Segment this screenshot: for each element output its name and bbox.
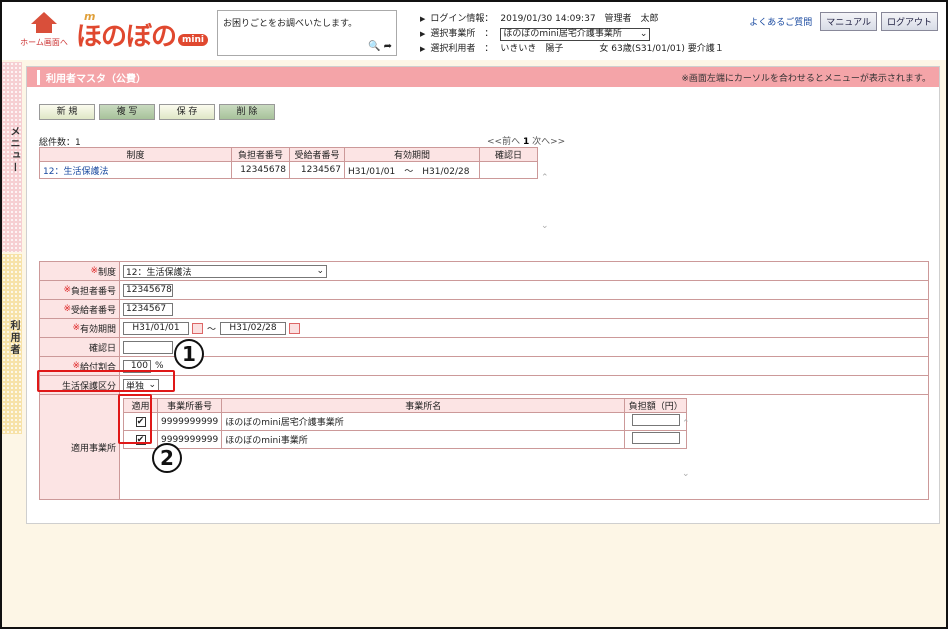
- scroll-up-icon[interactable]: ⌃: [541, 173, 549, 183]
- next-page-link[interactable]: 次へ>>: [532, 137, 565, 147]
- house-icon: [31, 12, 57, 24]
- app-header: ホーム画面へ m ほのぼの mini お困りごとをお調べいたします。 🔍 ➦ ▶ ロ…: [2, 2, 946, 60]
- selected-user-info: いきいき 陽子 女 63歳(S31/01/01) 要介護１: [500, 44, 724, 54]
- window-frame: ホーム画面へ m ほのぼの mini お困りごとをお調べいたします。 🔍 ➦ ▶ ロ…: [0, 0, 948, 629]
- prev-page-link[interactable]: <<前へ: [487, 137, 520, 147]
- new-button[interactable]: 新 規: [39, 104, 95, 120]
- col-header-seido: 制度: [39, 147, 232, 162]
- current-page: 1: [522, 137, 530, 147]
- col-header-recipient: 受給者番号: [289, 147, 345, 162]
- help-search-box[interactable]: お困りごとをお調べいたします。 🔍 ➦: [217, 10, 397, 56]
- pager: <<前へ 1 次へ>>: [487, 134, 565, 147]
- side-tab-user[interactable]: 利用者: [2, 254, 22, 434]
- office-select[interactable]: ほのぼのmini居宅介護事業所 ⌄: [500, 28, 651, 41]
- callout-2: 2: [152, 443, 182, 473]
- scroll-down-icon[interactable]: ⌄: [682, 469, 690, 479]
- burden-amount-input[interactable]: [631, 414, 680, 426]
- triangle-icon: ▶: [420, 30, 426, 38]
- applied-offices: 適用 事業所番号 事業所名 負担額（円） ✔ 9999999999 ほのぼのmi…: [120, 395, 928, 499]
- page-title: 利用者マスタ（公費）: [37, 69, 146, 85]
- search-icon[interactable]: 🔍: [368, 41, 380, 52]
- session-info: ▶ ログイン情報： 2019/01/30 14:09:37 管理者 太郎 ▶ 選択事業…: [420, 12, 724, 57]
- home-button[interactable]: ホーム画面へ: [18, 12, 70, 52]
- chevron-down-icon: ⌄: [316, 266, 324, 276]
- top-links: よくあるご質問 マニュアル ログアウト: [749, 12, 938, 31]
- period-to-input[interactable]: H31/02/28: [220, 321, 287, 335]
- faq-link[interactable]: よくあるご質問: [749, 15, 812, 28]
- highlight-welfare-category: [37, 370, 175, 392]
- col-header-confirm: 確認日: [479, 147, 538, 162]
- help-search-text: お困りごとをお調べいたします。: [223, 19, 358, 29]
- col-header-period: 有効期間: [344, 147, 480, 162]
- table-row: ✔ 9999999999 ほのぼのmini居宅介護事業所: [123, 412, 688, 431]
- record-list: 制度 負担者番号 受給者番号 有効期間 確認日 12：生活保護法 1234567…: [39, 147, 538, 179]
- highlight-apply-column: [118, 394, 152, 444]
- app-logo: m ほのぼの mini: [76, 10, 208, 52]
- burden-amount-input[interactable]: [631, 432, 680, 444]
- delete-button[interactable]: 削 除: [219, 104, 275, 120]
- arrow-redo-icon[interactable]: ➦: [384, 41, 392, 52]
- recipient-number-input[interactable]: 1234567: [123, 302, 173, 316]
- col-header-payer: 負担者番号: [231, 147, 290, 162]
- logout-button[interactable]: ログアウト: [880, 12, 938, 31]
- confirm-date-input[interactable]: [123, 340, 173, 354]
- home-label: ホーム画面へ: [20, 38, 68, 47]
- calendar-icon[interactable]: [289, 322, 301, 334]
- chevron-down-icon: ⌄: [639, 29, 648, 39]
- triangle-icon: ▶: [420, 45, 426, 53]
- copy-button[interactable]: 複 写: [99, 104, 155, 120]
- period-from-input[interactable]: H31/01/01: [123, 321, 189, 335]
- scroll-down-icon[interactable]: ⌄: [541, 221, 549, 231]
- manual-button[interactable]: マニュアル: [820, 12, 877, 31]
- login-info: 2019/01/30 14:09:37 管理者 太郎: [500, 14, 659, 24]
- triangle-icon: ▶: [420, 15, 426, 23]
- action-buttons: 新 規 複 写 保 存 削 除: [39, 104, 275, 120]
- table-row: ✔ 9999999999 ほのぼのmini事業所: [123, 430, 688, 449]
- seido-select[interactable]: 12：生活保護法 ⌄: [123, 264, 327, 278]
- callout-1: 1: [174, 339, 204, 369]
- title-note: ※画面左端にカーソルを合わせるとメニューが表示されます。: [681, 73, 931, 84]
- scroll-up-icon[interactable]: ⌃: [682, 419, 690, 429]
- table-row[interactable]: 12：生活保護法 12345678 1234567 H31/01/01 ～ H3…: [39, 161, 538, 179]
- save-button[interactable]: 保 存: [159, 104, 215, 120]
- side-tab-menu[interactable]: メニュー: [2, 62, 22, 252]
- payer-number-input[interactable]: 12345678: [123, 283, 173, 297]
- title-bar: 利用者マスタ（公費） ※画面左端にカーソルを合わせるとメニューが表示されます。: [27, 67, 939, 87]
- calendar-icon[interactable]: [192, 322, 203, 334]
